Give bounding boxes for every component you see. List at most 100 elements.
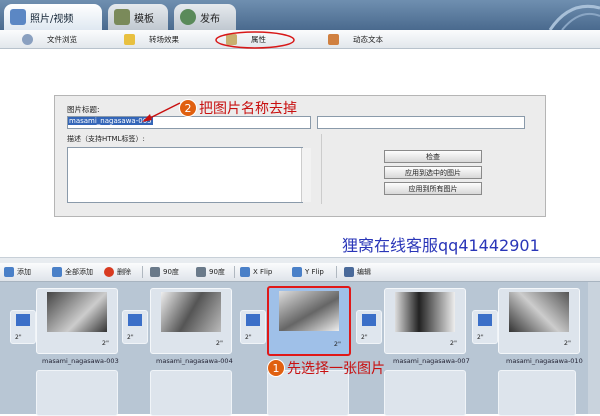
frame-caption: masami_nagasawa-007 <box>393 357 470 365</box>
properties-panel: 图片标题: masami_nagasawa-005 描述（支持HTML标签）: … <box>54 95 546 217</box>
frame-caption: masami_nagasawa-010 <box>506 357 583 365</box>
add-all-button[interactable]: 全部添加 <box>52 263 93 281</box>
transition-duration: 2" <box>245 334 252 341</box>
frame-duration: 2" <box>449 339 457 347</box>
subtab-label: 文件浏览 <box>47 34 77 44</box>
step-badge: 2 <box>180 100 196 116</box>
preview-button[interactable]: 检查 <box>384 150 482 163</box>
x-flip-label: X Flip <box>253 268 273 276</box>
transition-icon <box>128 314 142 326</box>
frame-duration: 2" <box>563 339 571 347</box>
toolbar-separator <box>234 266 235 278</box>
edit-icon <box>344 267 354 277</box>
transition-slot[interactable]: 2" <box>10 310 36 344</box>
add-button[interactable]: 添加 <box>4 263 31 281</box>
watermark-text: 狸窝在线客服qq41442901 <box>342 236 540 255</box>
transition-duration: 2" <box>15 334 22 341</box>
rotate-left-button[interactable]: 90度 <box>150 263 179 281</box>
tab-photo-video[interactable]: 照片/视频 <box>4 4 102 30</box>
tab-label: 模板 <box>134 13 154 25</box>
transition-slot[interactable]: 2" <box>472 310 498 344</box>
empty-slot[interactable] <box>384 370 466 416</box>
storyboard-scrollbar[interactable] <box>588 282 600 414</box>
y-flip-label: Y Flip <box>305 268 324 276</box>
add-label: 添加 <box>17 268 31 276</box>
empty-slot[interactable] <box>36 370 118 416</box>
tab-publish[interactable]: 发布 <box>174 4 236 30</box>
edit-button[interactable]: 编辑 <box>344 263 371 281</box>
x-flip-icon <box>240 267 250 277</box>
annotation-step2: 2 把图片名称去掉 <box>180 98 297 118</box>
tab-template[interactable]: 模板 <box>108 4 168 30</box>
transition-icon <box>362 314 376 326</box>
magnifier-icon <box>22 33 33 45</box>
highlight-ellipse <box>215 31 295 49</box>
rotate-left-icon <box>150 267 160 277</box>
apply-all-button[interactable]: 应用到所有图片 <box>384 182 482 195</box>
tab-label: 照片/视频 <box>30 13 74 25</box>
empty-slot[interactable] <box>150 370 232 416</box>
decoration-logo <box>548 4 600 30</box>
photo-frame[interactable]: 2" <box>36 288 118 354</box>
annotation-step1: 1 先选择一张图片 <box>268 358 385 378</box>
secondary-input[interactable] <box>317 116 525 129</box>
subtab-label: 动态文本 <box>353 34 383 44</box>
star-icon <box>124 33 135 45</box>
y-flip-icon <box>292 267 302 277</box>
photo-icon <box>10 9 26 25</box>
transition-icon <box>478 314 492 326</box>
photo-frame[interactable]: 2" <box>384 288 466 354</box>
y-flip-button[interactable]: Y Flip <box>292 263 324 281</box>
step-badge: 1 <box>268 360 284 376</box>
tab-label: 发布 <box>200 13 220 25</box>
delete-button[interactable]: 删除 <box>104 263 131 281</box>
add-icon <box>4 267 14 277</box>
transition-icon <box>16 314 30 326</box>
photo-thumbnail <box>509 292 569 332</box>
transition-icon <box>246 314 260 326</box>
photo-thumbnail <box>395 292 455 332</box>
subtab-file-browse[interactable]: 文件浏览 <box>22 30 77 48</box>
transition-slot[interactable]: 2" <box>356 310 382 344</box>
storyboard: 2" 2" 2" 2" 2" 2" 2" 2" 2" 2" masami_nag… <box>0 282 600 416</box>
annotation-text: 把图片名称去掉 <box>199 101 297 117</box>
photo-frame-selected[interactable]: 2" <box>267 286 351 356</box>
button-group: 检查 应用到选中的图片 应用到所有图片 <box>321 134 544 204</box>
frame-caption: masami_nagasawa-003 <box>42 357 119 365</box>
toolbar-separator <box>336 266 337 278</box>
apply-selected-button[interactable]: 应用到选中的图片 <box>384 166 482 179</box>
empty-slot[interactable] <box>498 370 576 416</box>
photo-thumbnail <box>47 292 107 332</box>
photo-thumbnail <box>279 291 339 331</box>
subtab-label: 转场效果 <box>149 34 179 44</box>
rotate-right-button[interactable]: 90度 <box>196 263 225 281</box>
toolbar-separator <box>142 266 143 278</box>
frame-duration: 2" <box>333 340 341 348</box>
annotation-arrow <box>142 102 181 122</box>
publish-icon <box>180 9 196 25</box>
description-textarea[interactable] <box>67 147 311 203</box>
photo-frame[interactable]: 2" <box>498 288 580 354</box>
delete-label: 删除 <box>117 268 131 276</box>
subtab-transition[interactable]: 转场效果 <box>124 30 179 48</box>
template-icon <box>114 9 130 25</box>
edit-label: 编辑 <box>357 268 371 276</box>
transition-duration: 2" <box>477 334 484 341</box>
add-all-label: 全部添加 <box>65 268 93 276</box>
storyboard-toolbar: 添加 全部添加 删除 90度 90度 X Flip Y Flip 编辑 <box>0 263 600 282</box>
photo-thumbnail <box>161 292 221 332</box>
rotate-left-label: 90度 <box>163 268 179 276</box>
subtab-dynamic-text[interactable]: 动态文本 <box>328 30 383 48</box>
frame-caption: masami_nagasawa-004 <box>156 357 233 365</box>
photo-frame[interactable]: 2" <box>150 288 232 354</box>
textarea-scrollbar[interactable] <box>301 148 311 202</box>
annotation-text: 先选择一张图片 <box>287 361 385 377</box>
rotate-right-icon <box>196 267 206 277</box>
transition-slot[interactable]: 2" <box>240 310 266 344</box>
text-icon <box>328 33 339 45</box>
frame-duration: 2" <box>215 339 223 347</box>
main-tab-bar: 照片/视频 模板 发布 <box>0 0 600 30</box>
x-flip-button[interactable]: X Flip <box>240 263 272 281</box>
transition-slot[interactable]: 2" <box>122 310 148 344</box>
delete-icon <box>104 267 114 277</box>
